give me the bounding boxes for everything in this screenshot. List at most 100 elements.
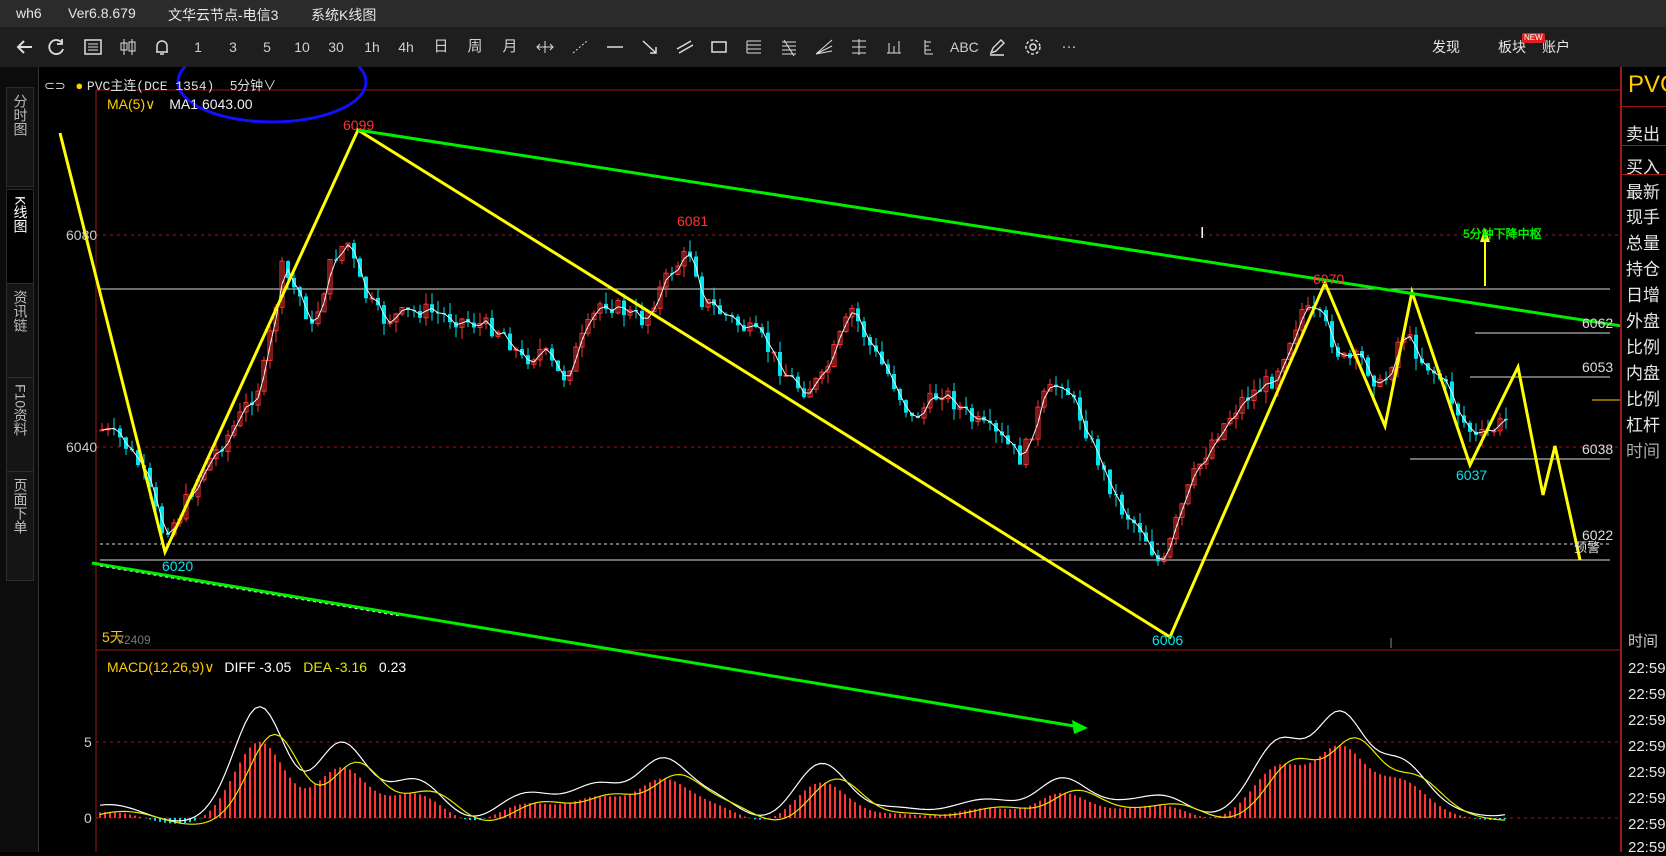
tab-label: 分时图 [12,94,29,136]
candle-icon[interactable] [117,37,139,57]
high-label-6081: 6081 [677,213,708,229]
account-button[interactable]: 账户 [1542,37,1570,57]
tab-label: 资讯链 [12,290,29,332]
period-30[interactable]: 30 [324,37,348,57]
tab-f10[interactable]: F10资料 [6,377,34,475]
crosshair-icon[interactable] [534,37,556,57]
period-1h[interactable]: 1h [360,37,384,57]
toolbar: 1 3 5 10 30 1h 4h 日 周 月 ABC ··· 发现 板块 账户 [0,27,1666,67]
trade-time: 22:59 [1628,738,1666,755]
macd-dea-value: DEA -3.16 [303,659,368,675]
ma-label: MA(5) [107,96,146,112]
cursor-marker: I [1200,225,1204,242]
macd-tick-0: 0 [84,810,92,826]
instrument-name[interactable]: PVC主连(DCE 1354) [87,79,214,94]
hline-tool-icon[interactable] [604,37,626,57]
level-label-6053: 6053 [1582,359,1613,375]
period-month[interactable]: 月 [499,37,521,57]
annotation-label: 5分钟下降中枢 [1463,226,1542,241]
level-label-6038: 6038 [1582,441,1613,457]
ma-indicator-selector[interactable]: MA(5)∨ [107,96,155,112]
macd-indicator-selector[interactable]: MACD(12,26,9)∨ [107,659,215,675]
tab-order[interactable]: 页面下单 [6,471,34,581]
inner-label: 内盘 [1626,364,1660,383]
daily-change-label: 日增 [1626,286,1660,305]
last-label: 最新 [1626,183,1660,202]
app-version: Ver6.8.679 [68,5,136,21]
tab-label: K线图 [12,196,29,234]
period-10[interactable]: 10 [290,37,314,57]
time-label: 时间 [1626,442,1660,461]
macd-hist-value: 0.23 [378,659,407,675]
high-label-6099: 6099 [343,117,374,133]
segment-tool-icon[interactable] [569,37,591,57]
pen-tool-icon[interactable] [986,37,1008,57]
leverage-label: 杠杆 [1626,416,1660,435]
gann-tool-icon[interactable] [778,37,800,57]
discover-button[interactable]: 发现 [1432,37,1460,57]
tab-timeshare[interactable]: 分时图 [6,87,34,187]
link-icon[interactable]: ⊂⊃ [44,78,66,93]
chevron-down-icon: ∨ [145,96,156,112]
volume-hand-label: 现手 [1626,208,1660,227]
dot-icon: ● [75,78,84,93]
list-icon[interactable] [82,37,104,57]
period-week[interactable]: 周 [464,37,486,57]
ratio-label: 比例 [1626,338,1660,357]
text-tool-button[interactable]: ABC [950,37,979,57]
settings-icon[interactable] [1022,37,1044,57]
yellow-zigzag-line [58,127,1582,640]
period-1[interactable]: 1 [187,37,209,57]
side-tabs: 分时图 K线图 资讯链 F10资料 页面下单 [0,67,39,852]
trade-time: 22:59 [1628,764,1666,781]
ruler-tool-icon[interactable] [918,37,940,57]
fib-tool-icon[interactable] [743,37,765,57]
page-name: 系统K线图 [311,7,377,23]
kline-chart[interactable]: 6099 6081 6070 6020 6006 6037 5分钟下降中枢 I … [40,67,1620,852]
period-3[interactable]: 3 [222,37,244,57]
tab-news[interactable]: 资讯链 [6,283,34,381]
trade-time: 22:59 [1628,686,1666,703]
macd-tick-5: 5 [84,734,92,750]
divider [1622,145,1666,146]
more-button[interactable]: ··· [1056,37,1082,57]
open-interest-label: 持仓 [1626,260,1660,279]
dashed-support-line [99,565,401,617]
chevron-down-icon: ∨ [263,78,277,93]
trade-time: 22:59 [1628,790,1666,807]
server-name: 文华云节点-电信3 [168,7,279,23]
low-label-6020: 6020 [162,558,193,574]
macd-diff-value: DIFF -3.05 [224,659,292,675]
rect-tool-icon[interactable] [708,37,730,57]
period-5[interactable]: 5 [256,37,278,57]
channel-tool-icon[interactable] [674,37,696,57]
macd-bars [99,741,1506,824]
pitchfork-tool-icon[interactable] [848,37,870,57]
tab-kline[interactable]: K线图 [6,189,34,289]
green-lower-trendline [91,561,1081,729]
back-icon[interactable] [14,37,36,57]
fan-tool-icon[interactable] [813,37,835,57]
period-4h[interactable]: 4h [394,37,418,57]
green-arrow-head [1072,720,1088,734]
trade-time: 22:59 [1628,816,1666,833]
ma-value: MA1 6043.00 [169,96,253,112]
refresh-icon[interactable] [46,37,68,57]
ma-line [101,244,1507,560]
high-label-6070: 6070 [1313,271,1344,287]
bell-icon[interactable] [151,37,173,57]
ma-header: MA(5)∨ MA1 6043.00 [107,96,253,113]
period-day[interactable]: 日 [430,37,452,57]
tab-label: F10资料 [12,384,29,437]
period-selector[interactable]: 5分钟∨ [230,78,276,93]
instrument-header: ⊂⊃ ● PVC主连(DCE 1354) 5分钟∨ [44,75,276,94]
sell-label[interactable]: 卖出 [1626,120,1660,145]
tab-label: 页面下单 [12,478,29,534]
measure-tool-icon[interactable] [883,37,905,57]
outer-label: 外盘 [1626,312,1660,331]
chevron-down-icon: ∨ [204,659,215,675]
macd-label: MACD(12,26,9) [107,659,205,675]
level-label-6062: 6062 [1582,315,1613,331]
ratio-label: 比例 [1626,390,1660,409]
arrow-tool-icon[interactable] [639,37,661,57]
